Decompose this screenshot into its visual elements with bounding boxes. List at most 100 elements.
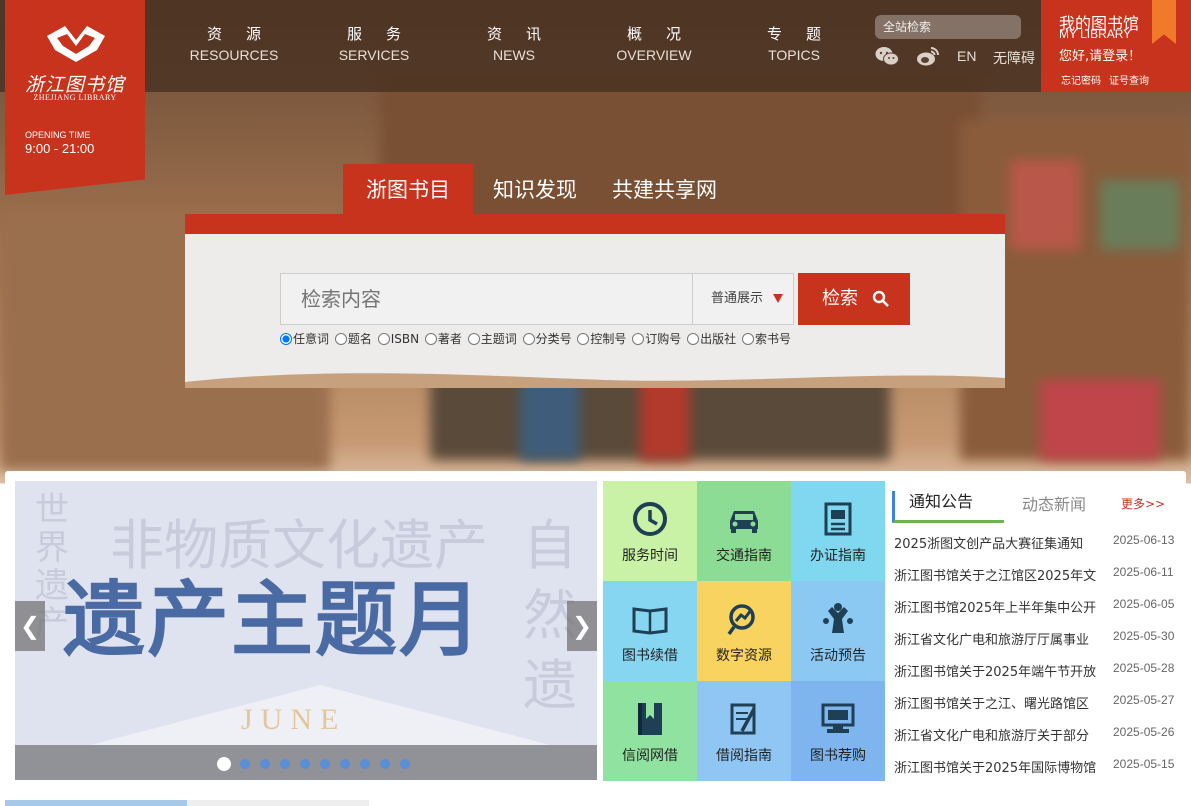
carousel-next-button[interactable]: ❯ bbox=[567, 601, 597, 651]
display-mode-select[interactable]: 普通展示 bbox=[692, 273, 794, 325]
filter-radio[interactable] bbox=[522, 332, 535, 345]
bottom-section-tab[interactable] bbox=[187, 800, 369, 806]
tab-announcements[interactable]: 通知公告 bbox=[892, 491, 1004, 523]
filter-radio[interactable] bbox=[334, 332, 347, 345]
news-item[interactable]: 2025浙图文创产品大赛征集通知 2025-06-13 bbox=[894, 533, 1176, 555]
carousel-dot[interactable] bbox=[217, 757, 231, 771]
filter-subject[interactable]: 主题词 bbox=[467, 330, 517, 347]
news-item[interactable]: 浙江省文化广电和旅游厅厅属事业 2025-05-30 bbox=[894, 629, 1176, 651]
tile-service-hours[interactable]: 服务时间 bbox=[603, 481, 697, 581]
filter-radio[interactable] bbox=[377, 332, 390, 345]
carousel-dot[interactable] bbox=[260, 759, 270, 769]
nav-news[interactable]: 资讯 NEWS bbox=[444, 24, 584, 63]
carousel-dot[interactable] bbox=[340, 759, 350, 769]
tile-book-renewal[interactable]: 图书续借 bbox=[603, 581, 697, 681]
search-input[interactable] bbox=[280, 273, 693, 325]
tab-knowledge-discovery[interactable]: 知识发现 bbox=[493, 164, 577, 214]
nav-overview[interactable]: 概况 OVERVIEW bbox=[584, 24, 724, 63]
logo-name-en: ZHEJIANG LIBRARY bbox=[33, 93, 117, 102]
filter-label: ISBN bbox=[390, 331, 420, 346]
filter-label: 任意词 bbox=[293, 332, 330, 346]
news-date: 2025-06-13 bbox=[1113, 533, 1175, 547]
filter-label: 著者 bbox=[437, 332, 462, 346]
filter-radio[interactable] bbox=[632, 332, 645, 345]
filter-radio[interactable] bbox=[424, 332, 437, 345]
news-item[interactable]: 浙江图书馆关于2025年国际博物馆 2025-05-15 bbox=[894, 757, 1176, 779]
carousel-indicator-bar bbox=[15, 745, 597, 780]
clock-icon bbox=[633, 502, 667, 536]
filter-radio[interactable] bbox=[741, 332, 754, 345]
my-library-subtitle: MY LIBRARY bbox=[1059, 27, 1132, 41]
nav-label-cn: 服务 bbox=[346, 25, 425, 43]
filter-author[interactable]: 著者 bbox=[424, 330, 462, 347]
tile-digital-resources[interactable]: 数字资源 bbox=[697, 581, 791, 681]
filter-label: 分类号 bbox=[535, 332, 572, 346]
forgot-password-link[interactable]: 忘记密码 bbox=[1061, 72, 1101, 87]
tile-event-preview[interactable]: 活动预告 bbox=[791, 581, 885, 681]
news-item[interactable]: 浙江图书馆关于2025年端午节开放 2025-05-28 bbox=[894, 661, 1176, 683]
carousel-dot[interactable] bbox=[280, 759, 290, 769]
news-item[interactable]: 浙江图书馆关于之江、曙光路馆区 2025-05-27 bbox=[894, 693, 1176, 715]
digital-icon bbox=[727, 604, 755, 636]
carousel-dot[interactable] bbox=[400, 759, 410, 769]
filter-control-number[interactable]: 控制号 bbox=[577, 330, 626, 347]
tab-news-updates[interactable]: 动态新闻 bbox=[1022, 491, 1086, 515]
tab-catalog[interactable]: 浙图书目 bbox=[343, 164, 473, 214]
filter-isbn[interactable]: ISBN bbox=[377, 331, 420, 346]
tile-label: 图书续借 bbox=[622, 648, 678, 664]
news-date: 2025-05-15 bbox=[1113, 757, 1175, 771]
news-date: 2025-06-11 bbox=[1113, 565, 1174, 579]
nav-resources[interactable]: 资源 RESOURCES bbox=[164, 24, 304, 63]
filter-radio[interactable] bbox=[467, 332, 480, 345]
tab-shared-network[interactable]: 共建共享网 bbox=[612, 164, 717, 214]
news-item[interactable]: 浙江图书馆2025年上半年集中公开 2025-06-05 bbox=[894, 597, 1176, 619]
search-icon bbox=[872, 290, 889, 307]
filter-radio[interactable] bbox=[577, 332, 590, 345]
card-icon bbox=[824, 502, 852, 536]
search-button[interactable]: 检索 bbox=[798, 273, 910, 325]
tile-transport-guide[interactable]: 交通指南 bbox=[697, 481, 791, 581]
nav-services[interactable]: 服务 SERVICES bbox=[304, 24, 444, 63]
people-icon bbox=[823, 603, 853, 633]
news-item[interactable]: 浙江图书馆关于之江馆区2025年文 2025-06-11 bbox=[894, 565, 1176, 587]
nav-label-en: NEWS bbox=[493, 47, 535, 63]
carousel-dot[interactable] bbox=[300, 759, 310, 769]
banner-carousel[interactable]: 世界遗产 非物质文化遗产 自然遗 遗产主题月 JUNE bbox=[15, 481, 597, 780]
filter-order-number[interactable]: 订购号 bbox=[632, 330, 681, 347]
weibo-icon[interactable] bbox=[916, 45, 940, 67]
banner-subtitle: JUNE bbox=[241, 703, 347, 736]
accessibility-link[interactable]: 无障碍 bbox=[993, 48, 1035, 68]
search-panel: 普通展示 检索 任意词 题名 ISBN 著者 主题词 分类号 控制号 订购号 出… bbox=[185, 214, 1005, 384]
news-date: 2025-05-27 bbox=[1113, 693, 1175, 707]
filter-label: 索书号 bbox=[754, 332, 791, 346]
bottom-section-tab[interactable] bbox=[5, 800, 187, 806]
wechat-icon[interactable] bbox=[875, 45, 899, 67]
carousel-dot[interactable] bbox=[360, 759, 370, 769]
carousel-prev-button[interactable]: ❮ bbox=[15, 601, 45, 651]
carousel-dot[interactable] bbox=[320, 759, 330, 769]
filter-call-number[interactable]: 索书号 bbox=[741, 330, 791, 347]
tile-borrowing-guide[interactable]: 借阅指南 bbox=[697, 681, 791, 781]
carousel-dot[interactable] bbox=[240, 759, 250, 769]
news-title: 浙江图书馆2025年上半年集中公开 bbox=[894, 601, 1097, 616]
filter-classification[interactable]: 分类号 bbox=[522, 330, 572, 347]
tile-book-recommend[interactable]: 图书荐购 bbox=[791, 681, 885, 781]
filter-publisher[interactable]: 出版社 bbox=[687, 330, 736, 347]
logo-block[interactable]: 浙江图书馆 ZHEJIANG LIBRARY OPENING TIME 9:00… bbox=[5, 0, 145, 195]
news-more-link[interactable]: 更多>> bbox=[1121, 495, 1165, 512]
filter-title[interactable]: 题名 bbox=[334, 330, 372, 347]
tile-card-guide[interactable]: 办证指南 bbox=[791, 481, 885, 581]
filter-radio[interactable] bbox=[280, 332, 292, 345]
card-query-link[interactable]: 证号查询 bbox=[1109, 72, 1149, 87]
filter-any-word[interactable]: 任意词 bbox=[280, 330, 329, 347]
english-link[interactable]: EN bbox=[957, 48, 976, 64]
dropdown-triangle-icon bbox=[773, 294, 783, 303]
site-search-input[interactable] bbox=[875, 15, 1021, 39]
news-item[interactable]: 浙江省文化广电和旅游厅关于部分 2025-05-26 bbox=[894, 725, 1176, 747]
carousel-dot[interactable] bbox=[380, 759, 390, 769]
tile-online-borrowing[interactable]: 信阅网借 bbox=[603, 681, 697, 781]
nav-topics[interactable]: 专题 TOPICS bbox=[724, 24, 864, 63]
filter-radio[interactable] bbox=[687, 332, 700, 345]
news-title: 浙江图书馆关于2025年端午节开放 bbox=[894, 665, 1097, 680]
login-link[interactable]: 您好,请登录！ bbox=[1059, 45, 1141, 64]
